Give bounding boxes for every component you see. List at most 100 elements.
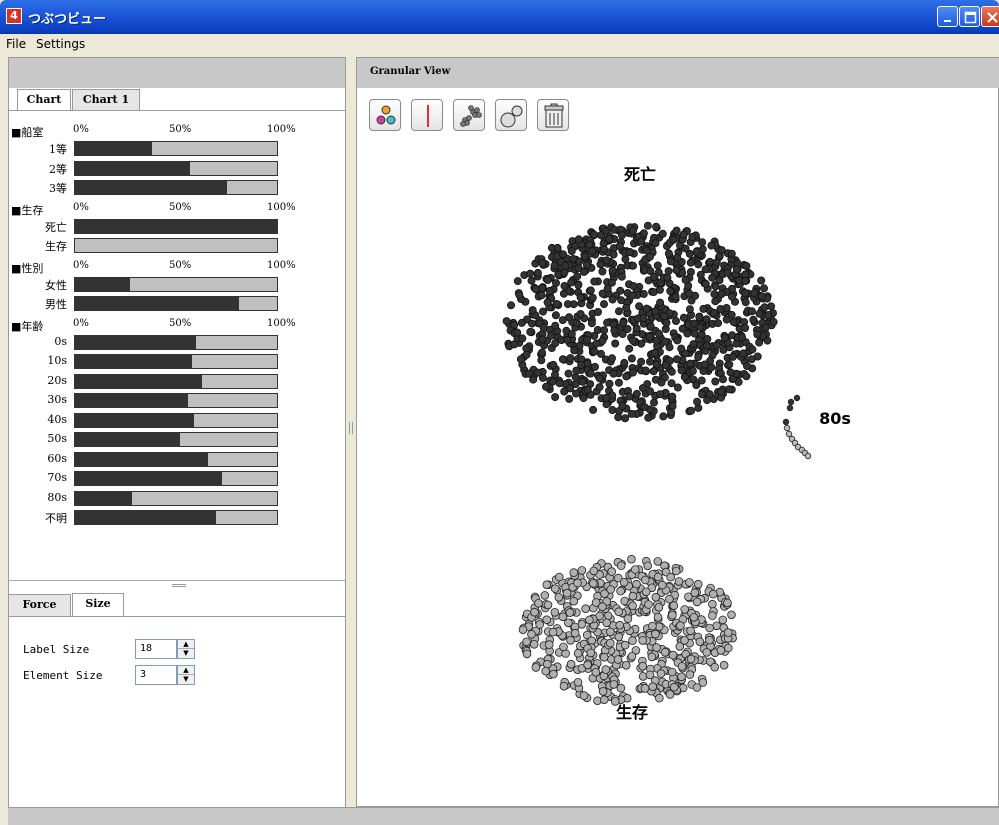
horizontal-splitter[interactable] (9, 580, 345, 588)
particle (677, 344, 686, 353)
particle (548, 627, 558, 637)
particle (741, 323, 750, 332)
particle (609, 250, 618, 259)
cluster-80s[interactable] (782, 394, 812, 460)
divider-button[interactable] (411, 99, 443, 131)
particle (614, 307, 623, 316)
particle (655, 390, 664, 399)
particle (679, 313, 688, 322)
particle (549, 669, 558, 679)
menu-file[interactable]: File (6, 37, 26, 51)
particle (588, 293, 597, 302)
particle (535, 620, 545, 629)
decrement-icon[interactable]: ▼ (178, 649, 194, 658)
settings-divider (9, 616, 345, 617)
decrement-icon[interactable]: ▼ (178, 675, 194, 684)
particle (518, 334, 527, 343)
close-button[interactable] (981, 6, 999, 27)
particle (581, 604, 590, 614)
color-groups-button[interactable] (369, 99, 401, 131)
particle (719, 345, 728, 354)
particle (576, 293, 585, 302)
bar-label: 60s (47, 451, 67, 465)
granular-view-canvas[interactable]: 死亡 80s 生存 (357, 138, 998, 806)
particle (701, 279, 710, 288)
particle (628, 291, 637, 300)
particle (566, 354, 575, 363)
size-button[interactable] (495, 99, 527, 131)
particle (648, 621, 657, 631)
particle (551, 321, 560, 330)
particle (690, 319, 699, 328)
tab-force[interactable]: Force (9, 594, 71, 616)
particle (690, 588, 700, 598)
particle (555, 379, 564, 388)
bar-fill (75, 472, 222, 485)
element-size-stepper[interactable]: ▲ ▼ (177, 665, 195, 685)
particle (533, 268, 542, 277)
particle (761, 323, 770, 332)
element-size-input[interactable]: 3 (135, 665, 177, 685)
particle (712, 341, 721, 350)
particle (685, 305, 694, 314)
particle (645, 670, 655, 680)
particle (741, 289, 750, 298)
particle (732, 265, 741, 274)
particle (783, 424, 791, 432)
particle (549, 360, 558, 369)
label-size-input[interactable]: 18 (135, 639, 177, 659)
vertical-splitter[interactable] (346, 57, 356, 807)
particle (705, 390, 714, 399)
increment-icon[interactable]: ▲ (178, 640, 194, 649)
particle (653, 612, 663, 622)
tab-chart-1[interactable]: Chart 1 (72, 89, 140, 111)
particle (639, 289, 648, 298)
label-size-spinner[interactable]: 18 ▲ ▼ (135, 639, 195, 659)
cluster-button[interactable] (453, 99, 485, 131)
particle (619, 318, 628, 327)
particle (574, 235, 583, 244)
particle (668, 392, 677, 401)
maximize-button[interactable] (959, 6, 980, 27)
particle (627, 651, 637, 661)
particle (628, 261, 637, 270)
particle (723, 268, 732, 277)
particle (527, 319, 536, 328)
bar-fill (75, 277, 130, 291)
particle (586, 369, 595, 378)
particle (687, 406, 696, 415)
cluster-died[interactable] (502, 221, 778, 423)
particle (764, 310, 773, 319)
title-bar[interactable]: 4 つぶつビュー (0, 0, 999, 34)
minimize-button[interactable] (937, 6, 958, 27)
particle (625, 344, 634, 353)
particle (567, 278, 576, 287)
cluster-icon (460, 105, 482, 127)
increment-icon[interactable]: ▲ (178, 666, 194, 675)
particle (679, 230, 688, 239)
particle (613, 655, 623, 664)
menu-settings[interactable]: Settings (36, 37, 85, 51)
particle (603, 284, 612, 293)
particle (578, 377, 587, 386)
tab-size[interactable]: Size (72, 593, 124, 616)
particle (748, 345, 757, 354)
cluster-survived[interactable] (518, 554, 737, 706)
bar-track (74, 510, 278, 525)
particle (522, 637, 531, 647)
element-size-spinner[interactable]: 3 ▲ ▼ (135, 665, 195, 685)
bar-label: 70s (47, 471, 67, 484)
particle (712, 258, 721, 267)
particle (698, 390, 707, 399)
label-size-stepper[interactable]: ▲ ▼ (177, 639, 195, 659)
particle (593, 307, 602, 316)
particle (589, 405, 598, 414)
particle (681, 244, 690, 253)
tab-chart[interactable]: Chart (17, 89, 71, 112)
particle (658, 229, 667, 238)
particle (642, 304, 651, 313)
particle (571, 389, 580, 398)
trash-button[interactable] (537, 99, 569, 131)
particle (590, 277, 599, 286)
particle (723, 628, 733, 637)
